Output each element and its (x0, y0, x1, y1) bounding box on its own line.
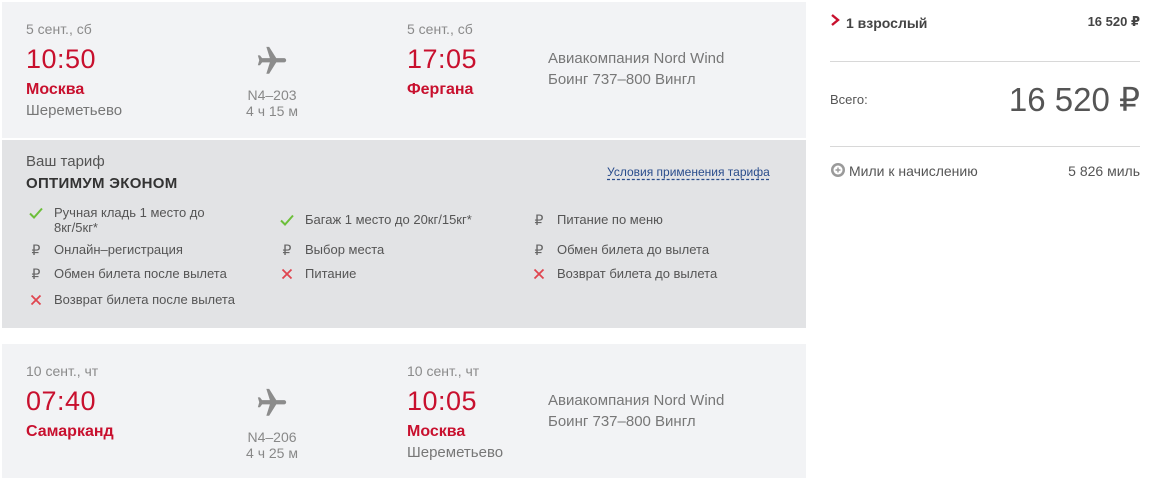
inbound-duration: 4 ч 25 м (246, 445, 298, 461)
inbound-flight-card: 10 сент., чт 07:40 Самарканд N4–206 4 ч … (2, 344, 806, 478)
fare-feature-exchange-before: ₽ Обмен билета до вылета (531, 241, 710, 258)
fare-label: Ваш тариф (26, 153, 105, 170)
fare-feature-online-checkin: ₽ Онлайн–регистрация (28, 242, 183, 258)
total-price: 16 520 ₽ (1008, 81, 1140, 118)
outbound-arrival-date: 5 сент., сб (407, 21, 473, 37)
passengers-price: 16 520 ₽ (1087, 14, 1140, 29)
outbound-flight-card: 5 сент., сб 10:50 Москва Шереметьево N4–… (2, 2, 806, 138)
inbound-arrival-time: 10:05 (407, 386, 478, 416)
cross-icon (531, 266, 547, 282)
check-icon (279, 212, 295, 228)
outbound-departure-time: 10:50 (26, 44, 97, 74)
passengers-row[interactable]: 1 взрослый 16 520 ₽ (830, 12, 1140, 34)
total-row: Всего: 16 520 ₽ (830, 80, 1140, 120)
check-icon (28, 205, 44, 221)
fare-feature-meal-menu: ₽ Питание по меню (531, 212, 663, 228)
fare-panel: Ваш тариф ОПТИМУМ ЭКОНОМ Условия примене… (2, 140, 806, 328)
fare-conditions-link[interactable]: Условия применения тарифа (607, 165, 770, 179)
airplane-icon (257, 46, 287, 74)
inbound-departure-date: 10 сент., чт (26, 363, 99, 379)
divider (830, 146, 1140, 147)
ruble-icon: ₽ (534, 211, 544, 228)
outbound-arrival-time: 17:05 (407, 44, 478, 74)
fare-name: ОПТИМУМ ЭКОНОМ (26, 175, 178, 192)
inbound-departure-time: 07:40 (26, 386, 97, 416)
miles-label: Мили к начислению (849, 163, 978, 179)
outbound-departure-city: Москва (26, 81, 85, 98)
outbound-duration: 4 ч 15 м (246, 103, 298, 119)
fare-feature-refund-after: Возврат билета после вылета (28, 292, 235, 308)
cross-icon (279, 266, 295, 282)
inbound-flight-number: N4–206 (247, 429, 297, 445)
ruble-icon: ₽ (282, 241, 292, 258)
fare-feature-meal: Питание (279, 266, 356, 282)
fare-feature-baggage: Багаж 1 место до 20кг/15кг* (279, 212, 472, 228)
outbound-flight-number: N4–203 (247, 87, 297, 103)
ruble-icon: ₽ (31, 241, 41, 258)
inbound-departure-city: Самарканд (26, 423, 114, 440)
inbound-arrival-city: Москва (407, 423, 466, 440)
airplane-icon (257, 388, 287, 416)
ruble-icon: ₽ (31, 265, 41, 282)
inbound-aircraft: Боинг 737–800 Вингл (548, 413, 696, 430)
fare-feature-exchange-after: ₽ Обмен билета после вылета (28, 266, 227, 282)
inbound-arrival-airport: Шереметьево (407, 444, 504, 461)
passengers-label[interactable]: 1 взрослый (846, 15, 927, 31)
miles-row: Мили к начислению 5 826 миль (830, 161, 1140, 181)
outbound-arrival-city: Фергана (407, 81, 474, 98)
miles-icon (831, 163, 845, 177)
fare-feature-seat-selection: ₽ Выбор места (279, 241, 385, 258)
cross-icon (28, 292, 44, 308)
chevron-right-icon[interactable] (830, 14, 840, 26)
divider (830, 61, 1140, 62)
fare-feature-carry-on: Ручная кладь 1 место до 8кг/5кг* (28, 205, 228, 235)
inbound-arrival-date: 10 сент., чт (407, 363, 480, 379)
outbound-aircraft: Боинг 737–800 Вингл (548, 71, 696, 88)
outbound-departure-airport: Шереметьево (26, 102, 123, 119)
outbound-airline: Авиакомпания Nord Wind (548, 50, 725, 67)
miles-value: 5 826 миль (1068, 163, 1140, 179)
inbound-airline: Авиакомпания Nord Wind (548, 392, 725, 409)
outbound-departure-date: 5 сент., сб (26, 21, 92, 37)
fare-feature-refund-before: Возврат билета до вылета (531, 266, 717, 282)
ruble-icon: ₽ (534, 241, 544, 258)
total-label: Всего: (830, 92, 868, 107)
